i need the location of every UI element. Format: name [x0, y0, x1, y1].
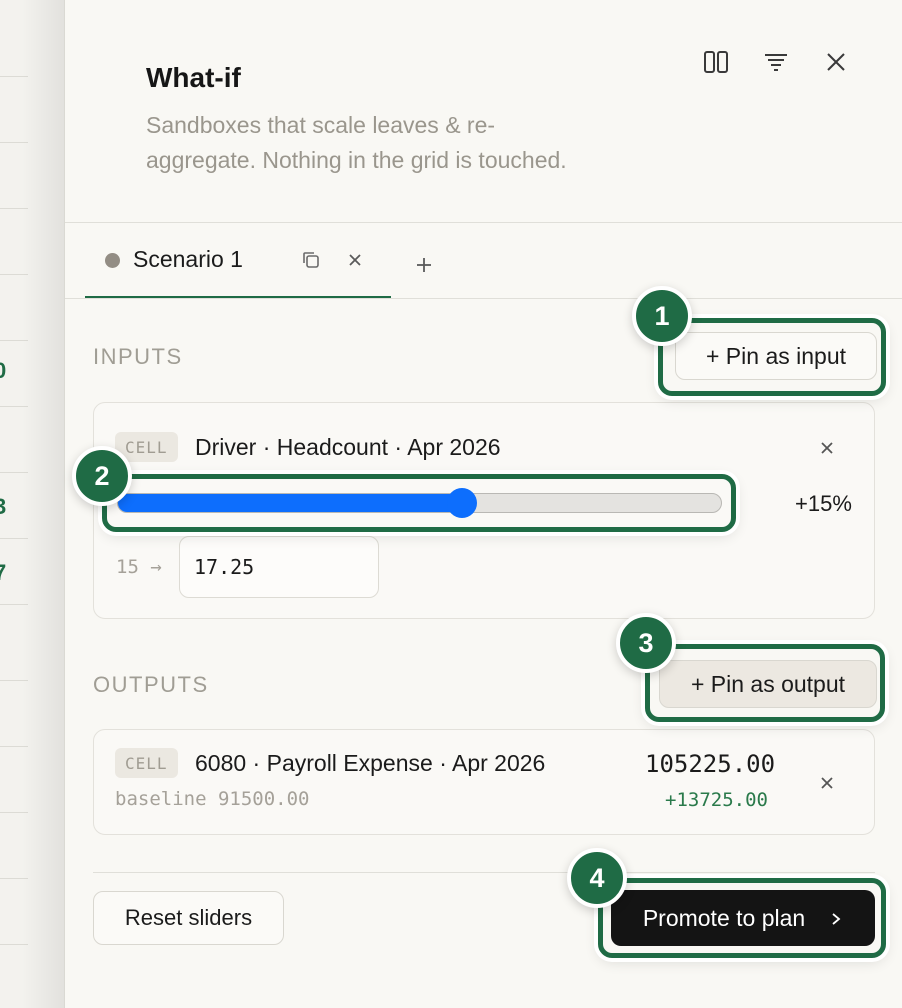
pin-as-output-button[interactable]: + Pin as output — [659, 660, 877, 708]
footer-divider — [93, 872, 875, 873]
input-cell-title: Driver · Headcount · Apr 2026 — [195, 434, 501, 460]
output-card — [93, 729, 875, 835]
close-tab-icon[interactable] — [345, 250, 365, 270]
remove-input-icon[interactable] — [816, 437, 838, 459]
promote-label: Promote to plan — [642, 904, 806, 931]
chevron-right-icon — [829, 905, 843, 932]
underlying-grid: 0 3 7 — [0, 0, 64, 1008]
filter-icon[interactable] — [761, 47, 791, 77]
grid-cell-value: 7 — [0, 560, 7, 585]
annotation-badge-3: 3 — [616, 613, 676, 673]
remove-output-icon[interactable] — [816, 772, 838, 794]
annotation-badge-1: 1 — [632, 286, 692, 346]
slider-thumb[interactable] — [447, 488, 477, 518]
scenario-status-dot — [105, 253, 120, 268]
input-base-value: 15 → — [116, 556, 162, 578]
columns-icon[interactable] — [701, 47, 731, 77]
annotation-badge-4: 4 — [567, 848, 627, 908]
what-if-panel: What-if Sandboxes that scale leaves & re… — [64, 0, 902, 1008]
tabs-divider — [65, 298, 902, 299]
add-scenario-icon[interactable] — [409, 250, 439, 280]
grid-cell-value: 0 — [0, 358, 7, 383]
reset-sliders-button[interactable]: Reset sliders — [93, 891, 284, 945]
tab-label: Scenario 1 — [133, 246, 243, 272]
outputs-section-label: OUTPUTS — [93, 672, 209, 697]
close-icon[interactable] — [821, 47, 851, 77]
promote-to-plan-button[interactable]: Promote to plan — [611, 890, 875, 946]
output-delta: +13725.00 — [665, 789, 768, 811]
duplicate-icon[interactable] — [301, 250, 321, 270]
panel-title: What-if — [146, 62, 241, 93]
header-divider — [65, 222, 902, 223]
input-value-field[interactable] — [179, 536, 379, 598]
grid-cell-value: 3 — [0, 494, 7, 519]
cell-type-chip: CELL — [115, 748, 178, 778]
output-cell-title: 6080 · Payroll Expense · Apr 2026 — [195, 750, 546, 776]
panel-subtitle: Sandboxes that scale leaves & re-aggrega… — [146, 112, 567, 173]
annotation-badge-2: 2 — [72, 446, 132, 506]
tab-scenario-1[interactable]: Scenario 1 — [85, 240, 391, 300]
inputs-section-label: INPUTS — [93, 344, 183, 369]
headcount-slider[interactable] — [117, 493, 722, 513]
slider-percent: +15% — [795, 491, 852, 516]
panel-shadow — [22, 0, 64, 1008]
output-value: 105225.00 — [645, 750, 776, 778]
output-baseline: baseline 91500.00 — [115, 788, 310, 810]
slider-fill — [118, 494, 463, 512]
pin-as-input-button[interactable]: + Pin as input — [675, 332, 877, 380]
